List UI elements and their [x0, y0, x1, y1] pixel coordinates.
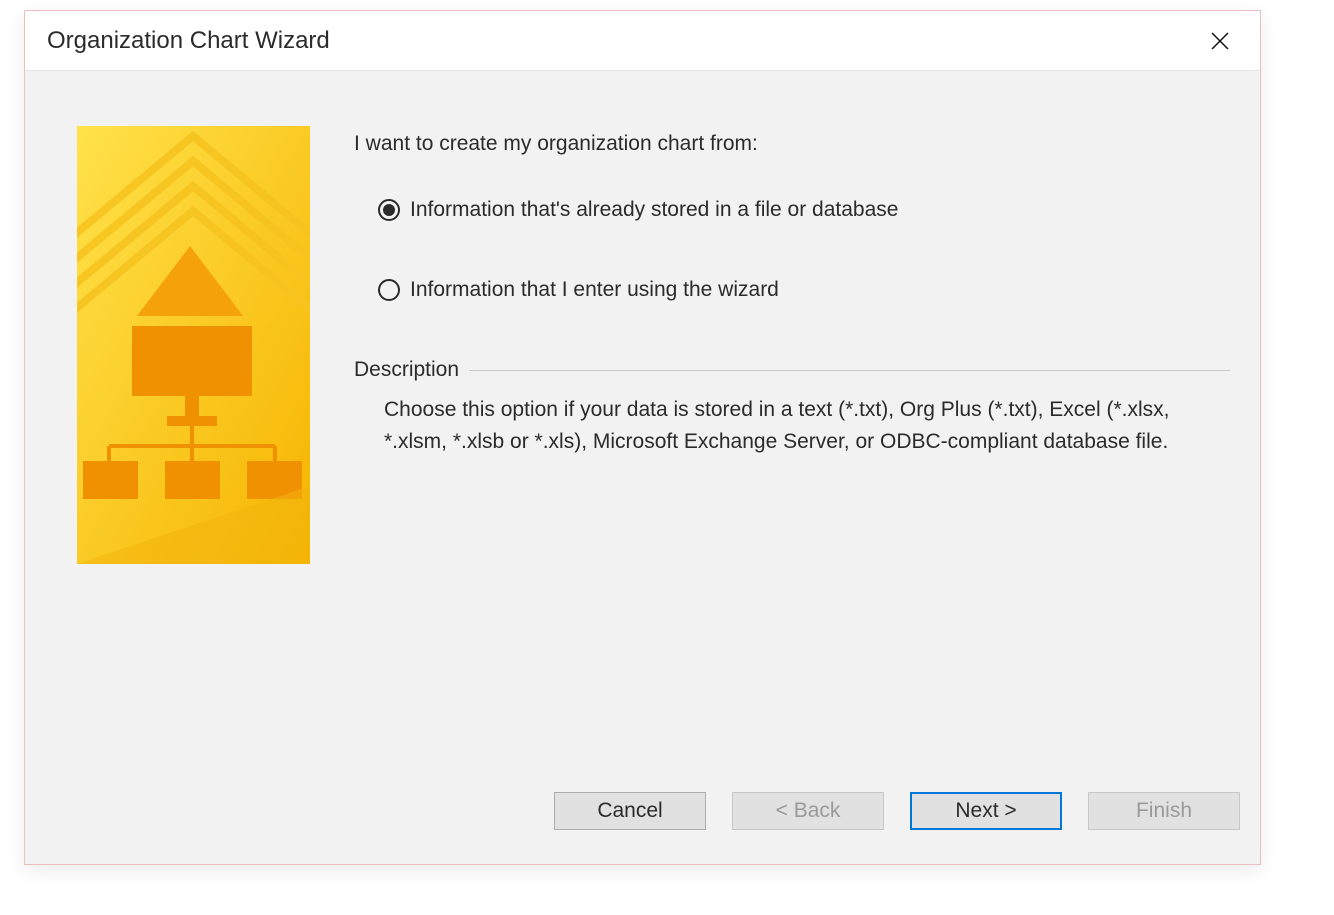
radio-icon — [378, 199, 400, 221]
cancel-button[interactable]: Cancel — [554, 792, 706, 830]
back-button: < Back — [732, 792, 884, 830]
options-group: Information that's already stored in a f… — [378, 198, 1230, 302]
finish-button: Finish — [1088, 792, 1240, 830]
divider-line — [469, 370, 1230, 371]
option-label: Information that I enter using the wizar… — [410, 278, 779, 302]
description-header: Description — [354, 358, 1230, 382]
radio-icon — [378, 279, 400, 301]
wizard-content: I want to create my organization chart f… — [354, 126, 1230, 769]
option-from-file[interactable]: Information that's already stored in a f… — [378, 198, 1230, 222]
description-title: Description — [354, 358, 459, 382]
wizard-illustration — [77, 126, 310, 564]
dialog-title: Organization Chart Wizard — [47, 27, 330, 55]
option-enter-wizard[interactable]: Information that I enter using the wizar… — [378, 278, 1230, 302]
prompt-text: I want to create my organization chart f… — [354, 132, 1230, 156]
close-button[interactable] — [1198, 19, 1242, 63]
next-button[interactable]: Next > — [910, 792, 1062, 830]
radio-selected-dot — [383, 204, 395, 216]
close-icon — [1210, 31, 1230, 51]
description-group: Description Choose this option if your d… — [354, 358, 1230, 457]
button-bar: Cancel < Back Next > Finish — [25, 769, 1260, 864]
description-text: Choose this option if your data is store… — [384, 394, 1174, 457]
title-bar: Organization Chart Wizard — [25, 11, 1260, 71]
option-label: Information that's already stored in a f… — [410, 198, 898, 222]
dialog-body: I want to create my organization chart f… — [25, 71, 1260, 769]
wizard-dialog: Organization Chart Wizard — [24, 10, 1261, 865]
